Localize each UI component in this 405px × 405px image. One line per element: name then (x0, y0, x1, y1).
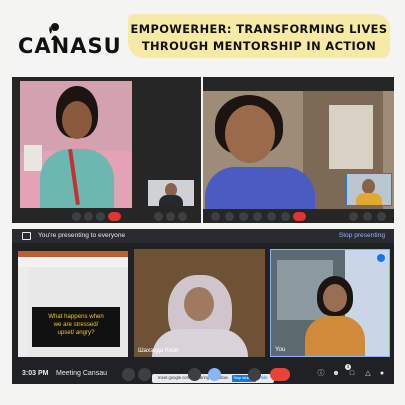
stop-presenting-button[interactable]: Stop presenting (339, 232, 385, 239)
poster (24, 145, 42, 171)
face (225, 105, 275, 163)
camera-button[interactable] (138, 368, 151, 381)
mic-button[interactable] (84, 212, 93, 221)
info-button[interactable] (349, 212, 358, 221)
mic-button[interactable] (122, 368, 135, 381)
face (323, 284, 347, 312)
chat-button[interactable] (178, 212, 187, 221)
end-call-button[interactable] (293, 212, 306, 221)
collage: CANASU EMPOWERHER: TRANSFORMING LIVES TH… (0, 0, 405, 405)
meeting-time: 3:03 PM (22, 370, 49, 377)
people-button[interactable] (166, 212, 175, 221)
chat-button[interactable] (377, 212, 386, 221)
presenting-banner: You're presenting to everyone Stop prese… (12, 229, 394, 243)
camera-button[interactable] (239, 212, 248, 221)
host-controls-icon[interactable]: ● (378, 370, 386, 378)
people-button[interactable] (363, 212, 372, 221)
video-tile-girl-pink (20, 81, 132, 208)
caption-button[interactable] (225, 212, 234, 221)
activities-icon[interactable]: △ (364, 370, 372, 378)
banner-title-line-2: THROUGH MENTORSHIP IN ACTION (141, 39, 377, 53)
camera-button[interactable] (96, 212, 105, 221)
logo-text: CANASU (18, 34, 122, 58)
presenting-text: You're presenting to everyone (38, 232, 126, 239)
caption-button[interactable] (72, 212, 81, 221)
self-name: You (275, 346, 286, 353)
people-icon[interactable]: ☻ (332, 370, 340, 378)
shared-powerpoint: What happens when we are stressed/ upset… (18, 251, 128, 357)
meeting-name: Meeting Cansau (56, 370, 107, 377)
body (205, 167, 315, 209)
end-call-button[interactable] (108, 212, 121, 221)
more-button[interactable] (248, 368, 261, 381)
present-button[interactable] (253, 212, 262, 221)
present-button[interactable] (208, 368, 221, 381)
face-small (362, 179, 375, 194)
canasu-logo: CANASU (18, 22, 121, 60)
banner-title-line-1: EMPOWERHER: TRANSFORMING LIVES (130, 22, 388, 36)
present-screen-icon (22, 232, 31, 240)
participant-name: Шахзода Кизи (138, 347, 179, 354)
screenshot-1 (12, 77, 201, 223)
body-small (356, 193, 382, 205)
ppt-toolbar (18, 257, 128, 267)
mic-button[interactable] (211, 212, 220, 221)
slide-text-1: What happens when (48, 313, 104, 320)
title-banner: EMPOWERHER: TRANSFORMING LIVES THROUGH M… (128, 14, 390, 58)
screenshot-3-presenting: You're presenting to everyone Stop prese… (12, 229, 394, 384)
mic-active-icon (377, 254, 385, 262)
face (62, 101, 92, 139)
raise-hand-button[interactable] (188, 368, 201, 381)
self-view-tile (346, 173, 392, 206)
face (184, 287, 214, 321)
end-call-button[interactable] (270, 368, 290, 381)
info-button[interactable] (154, 212, 163, 221)
participant-tile: Шахзода Кизи (134, 249, 265, 357)
more-button[interactable] (281, 212, 290, 221)
slide-text-3: upset/ angry? (57, 329, 95, 336)
chat-icon[interactable]: □ (348, 370, 356, 378)
self-tile: You (270, 249, 390, 357)
window-light (329, 105, 373, 169)
screenshot-2 (203, 77, 394, 223)
body-small (159, 195, 183, 206)
ppt-slide-thumbnails (18, 267, 28, 357)
current-slide: What happens when we are stressed/ upset… (32, 307, 120, 347)
meet-control-bar: 3:03 PM Meeting Cansau meet.google.com i… (12, 364, 394, 384)
self-view-tile (148, 180, 194, 206)
body (305, 316, 365, 356)
info-icon[interactable]: ⓘ (317, 370, 325, 378)
slide-text-2: we are stressed/ (53, 321, 99, 328)
raise-hand-button[interactable] (267, 212, 276, 221)
